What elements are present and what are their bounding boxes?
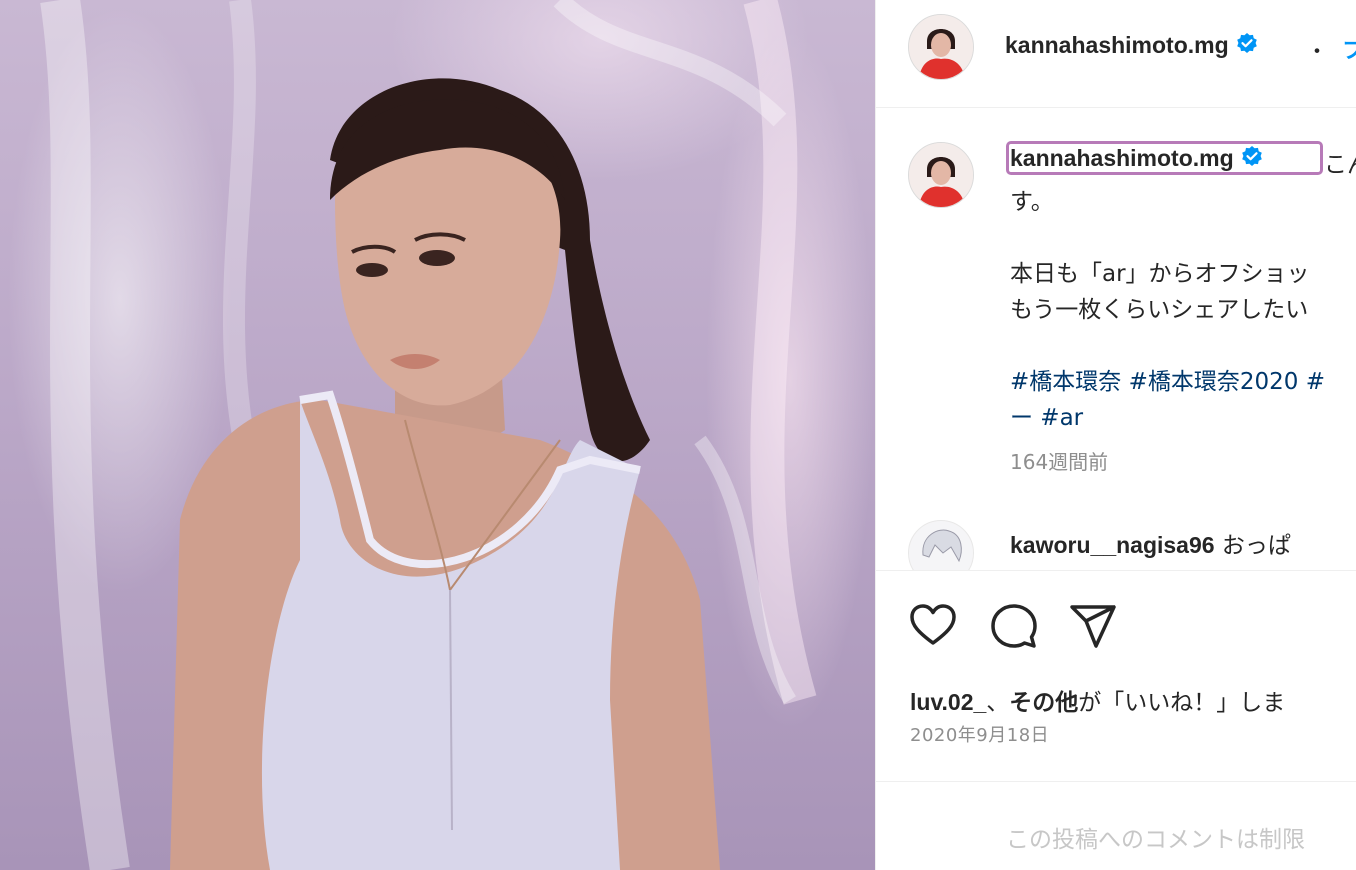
- caption-username[interactable]: kannahashimoto.mg: [1010, 145, 1264, 172]
- comments-disabled-notice: この投稿へのコメントは制限: [1006, 827, 1305, 853]
- likes-suffix: が「いいね！」しま: [1078, 690, 1286, 716]
- post-detail-panel: kannahashimoto.mg ・ フ kannahashimoto.mg …: [875, 0, 1356, 870]
- caption-timestamp[interactable]: 164週間前: [1010, 446, 1108, 475]
- author-username-text[interactable]: kannahashimoto.mg: [1005, 32, 1229, 58]
- post-date[interactable]: 2020年9月18日: [910, 721, 1049, 747]
- commenter-username[interactable]: kaworu__nagisa96: [1010, 532, 1215, 558]
- avatar-illustration: [909, 521, 973, 570]
- header-separator: ・: [1306, 40, 1329, 65]
- likes-summary: luv.02_、その他が「いいね！」しま: [910, 683, 1285, 717]
- caption-line: 本日も「ar」からオフショッ: [1010, 261, 1310, 287]
- author-username[interactable]: kannahashimoto.mg: [1005, 32, 1259, 59]
- post-header: kannahashimoto.mg ・ フ: [876, 0, 1356, 108]
- hashtag-links[interactable]: ー #ar: [1010, 398, 1083, 432]
- liker-username[interactable]: luv.02_: [910, 689, 986, 715]
- caption-line: もう一枚くらいシェアしたい: [1010, 297, 1309, 323]
- avatar-illustration: [909, 143, 973, 207]
- author-avatar[interactable]: [908, 14, 974, 80]
- post-image[interactable]: [0, 0, 875, 870]
- likes-others-link[interactable]: その他: [1009, 690, 1078, 716]
- hashtag-links[interactable]: #橋本環奈 #橋本環奈2020 #: [1010, 362, 1325, 396]
- verified-badge-icon: [1236, 33, 1257, 53]
- post-actions: luv.02_、その他が「いいね！」しま 2020年9月18日: [876, 570, 1356, 782]
- verified-badge-icon: [1241, 146, 1262, 166]
- comments-list[interactable]: kannahashimoto.mg こん す。 本日も「ar」からオフショッ も…: [876, 108, 1356, 570]
- caption-line: す。: [1010, 189, 1054, 215]
- post-photo-illustration: [40, 0, 817, 870]
- follow-button[interactable]: フ: [1342, 33, 1356, 65]
- paper-plane-icon[interactable]: [1068, 601, 1118, 651]
- commenter-avatar[interactable]: [908, 520, 974, 570]
- comment-bubble-icon[interactable]: [989, 601, 1039, 651]
- avatar-illustration: [909, 15, 973, 79]
- comment-text: おっぱ: [1221, 533, 1291, 559]
- likes-separator: 、: [986, 690, 1010, 716]
- caption-text-start: こん: [1324, 152, 1356, 178]
- heart-icon[interactable]: [908, 601, 958, 651]
- comment: kaworu__nagisa96 おっぱ: [1010, 526, 1291, 560]
- caption-username-text[interactable]: kannahashimoto.mg: [1010, 145, 1234, 171]
- caption-author-avatar[interactable]: [908, 142, 974, 208]
